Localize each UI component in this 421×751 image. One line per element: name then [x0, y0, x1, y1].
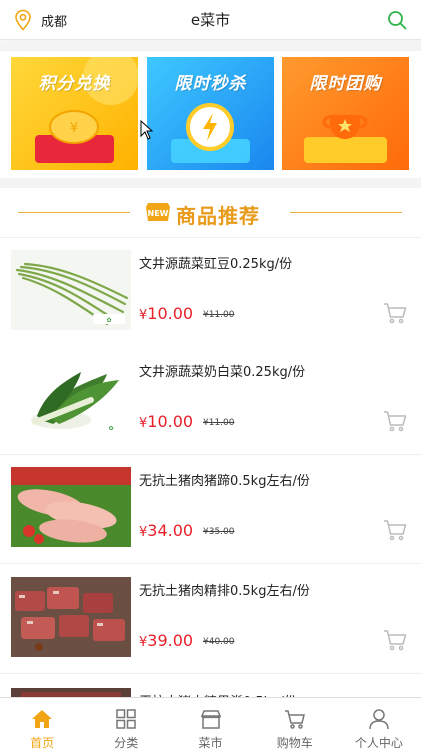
svg-text:✿: ✿ — [108, 425, 113, 432]
banner-flash-sale[interactable]: 限时秒杀 — [147, 57, 274, 170]
divider — [0, 178, 421, 188]
product-image[interactable]: ✿ — [11, 250, 131, 330]
product-name: 文井源蔬菜奶白菜0.25kg/份 — [139, 365, 306, 380]
page-title: e菜市 — [190, 11, 231, 29]
product-image[interactable]: ✿ — [11, 358, 131, 438]
product-price: ¥10.00 — [139, 304, 194, 323]
promo-banners: ¥ 积分兑换 限时秒杀 限时团购 — [0, 51, 421, 178]
tab-cart[interactable]: 购物车 — [253, 698, 337, 751]
tab-label: 首页 — [30, 736, 55, 750]
tab-home[interactable]: 首页 — [0, 698, 84, 751]
original-price: ¥11.00 — [203, 310, 235, 320]
product-name: 文井源蔬菜豇豆0.25kg/份 — [139, 257, 293, 272]
bottom-tab-bar: 首页 分类 菜市 购物车 个人中心 — [0, 697, 421, 751]
banner-group-buy[interactable]: 限时团购 — [282, 57, 409, 170]
banner-points-exchange[interactable]: ¥ 积分兑换 — [11, 57, 138, 170]
original-price: ¥11.00 — [203, 418, 235, 428]
tab-profile[interactable]: 个人中心 — [337, 698, 421, 751]
banner-label: 限时团购 — [309, 74, 382, 94]
product-name: 无抗土猪肉猪蹄0.5kg左右/份 — [139, 474, 310, 489]
product-item[interactable]: ✿ 文井源蔬菜豇豆0.25kg/份 ¥10.00 ¥11.00 — [0, 238, 421, 347]
product-price: ¥10.00 — [139, 412, 194, 431]
banner-label: 积分兑换 — [38, 74, 111, 94]
product-price: ¥34.00 — [139, 521, 194, 540]
svg-text:NEW: NEW — [148, 209, 169, 218]
search-icon[interactable] — [387, 10, 407, 30]
product-name: 无抗土猪肉精排0.5kg左右/份 — [139, 584, 310, 599]
home-icon — [32, 710, 53, 728]
banner-label: 限时秒杀 — [174, 74, 247, 94]
add-to-cart-icon[interactable] — [383, 629, 407, 651]
mouse-cursor-icon — [140, 120, 154, 140]
section-title: 商品推荐 — [176, 204, 260, 228]
add-to-cart-icon[interactable] — [383, 302, 407, 324]
divider-line — [290, 212, 402, 213]
cart-icon — [284, 710, 305, 729]
divider — [0, 41, 421, 51]
product-image[interactable] — [11, 577, 131, 657]
tab-market[interactable]: 菜市 — [168, 698, 252, 751]
tab-label: 菜市 — [198, 736, 223, 750]
add-to-cart-icon[interactable] — [383, 410, 407, 432]
svg-text:¥: ¥ — [70, 121, 78, 136]
tab-category[interactable]: 分类 — [84, 698, 168, 751]
category-icon — [116, 709, 137, 729]
tab-label: 分类 — [114, 736, 139, 750]
app-screen: 成都 e菜市 ¥ 积分兑换 限时秒杀 限时团购 NEW 商品推荐 ✿ 文井源蔬菜… — [0, 0, 421, 751]
product-item[interactable]: ✿ 文井源蔬菜奶白菜0.25kg/份 ¥10.00 ¥11.00 — [0, 346, 421, 455]
divider-line — [18, 212, 130, 213]
tab-label: 购物车 — [276, 736, 313, 750]
product-item[interactable]: 无抗土猪肉精排0.5kg左右/份 ¥39.00 ¥40.00 — [0, 565, 421, 674]
section-heading: NEW 商品推荐 — [0, 188, 421, 238]
tab-label: 个人中心 — [354, 736, 403, 750]
product-price: ¥39.00 — [139, 631, 194, 650]
user-icon — [369, 709, 389, 730]
product-item[interactable]: 无抗土猪肉猪蹄0.5kg左右/份 ¥34.00 ¥35.00 — [0, 455, 421, 564]
original-price: ¥35.00 — [203, 527, 235, 537]
svg-text:✿: ✿ — [106, 317, 111, 324]
new-badge-icon: NEW — [146, 203, 170, 221]
original-price: ¥40.00 — [203, 637, 235, 647]
market-icon — [200, 710, 221, 729]
product-image[interactable] — [11, 467, 131, 547]
add-to-cart-icon[interactable] — [383, 519, 407, 541]
top-bar: 成都 e菜市 — [0, 0, 421, 40]
